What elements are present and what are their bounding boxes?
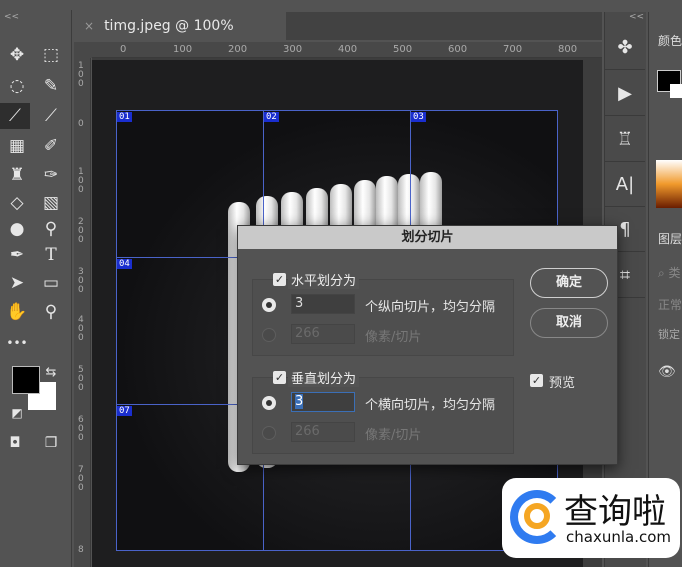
horizontal-pixels-label: 像素/切片 — [365, 330, 422, 345]
slice-badge[interactable]: 07 — [117, 406, 132, 416]
actions-play-icon[interactable]: ▶ — [605, 72, 645, 116]
eyedropper-tool-icon[interactable]: ⟋ — [36, 103, 66, 129]
ruler-label: 400 — [338, 44, 358, 55]
color-spectrum[interactable] — [656, 160, 682, 208]
slice-badge[interactable]: 02 — [264, 112, 279, 122]
ruler-label: 600 — [78, 415, 84, 443]
zoom-tool-icon[interactable]: ⚲ — [36, 299, 66, 325]
vertical-count-value: 3 — [295, 394, 304, 409]
panel-bg-swatch[interactable] — [670, 84, 682, 98]
divide-slice-dialog: 划分切片 ✓ 水平划分为 3 个纵向切片，均匀分隔 266 像素/切片 ✓ 垂直… — [237, 225, 618, 465]
lasso-tool-icon[interactable]: ◌ — [2, 73, 32, 99]
quick-mask-icon[interactable]: ◘ — [0, 430, 30, 456]
ruler-label: 700 — [503, 44, 523, 55]
screen-mode-icon[interactable]: ❐ — [36, 430, 66, 456]
vertical-pixels-input[interactable]: 266 — [291, 422, 355, 442]
ruler-label: 8 — [78, 545, 84, 555]
horizontal-count-input[interactable]: 3 — [291, 294, 355, 314]
watermark-name: 查询啦 — [564, 492, 666, 532]
preview-label: 预览 — [549, 376, 576, 391]
collapse-dock-button[interactable]: << — [629, 12, 644, 22]
ruler-label: 100 — [78, 167, 84, 195]
color-panel-title[interactable]: 颜色 — [658, 32, 682, 49]
slice-badge[interactable]: 01 — [117, 112, 132, 122]
vertical-ruler[interactable]: 100 0 100 200 300 400 500 600 700 8 — [74, 58, 91, 567]
pen-tool-icon[interactable]: ✒ — [2, 242, 32, 268]
plugins-icon[interactable]: ✤ — [605, 26, 645, 70]
stamp-tool-icon[interactable]: ♜ — [2, 162, 32, 188]
quick-select-tool-icon[interactable]: ✎ — [36, 73, 66, 99]
blend-mode-select[interactable]: 正常 — [658, 296, 682, 313]
ruler-label: 200 — [228, 44, 248, 55]
vertical-pixels-radio[interactable] — [262, 426, 276, 440]
collapse-tools-button[interactable]: << — [4, 12, 19, 22]
ruler-label: 100 — [173, 44, 193, 55]
hand-tool-icon[interactable]: ✋ — [2, 299, 32, 325]
rectangle-tool-icon[interactable]: ▭ — [36, 270, 66, 296]
ruler-label: 0 — [78, 119, 84, 129]
ruler-label: 300 — [283, 44, 303, 55]
ruler-label: 500 — [393, 44, 413, 55]
document-tab[interactable]: ×timg.jpeg @ 100%(RGB/8#) — [74, 12, 286, 62]
slice-tool-icon[interactable]: ⟋ — [0, 103, 30, 129]
slice-badge[interactable]: 04 — [117, 259, 132, 269]
vertical-count-input[interactable]: 3 — [291, 392, 355, 412]
layer-search[interactable]: ⌕ 类 — [658, 264, 681, 281]
tools-panel: << ✥ ⬚ ◌ ✎ ⟋ ⟋ ▦ ✐ ♜ ✑ ◇ ▧ ● ⚲ ✒ T ➤ ▭ ✋… — [0, 10, 72, 567]
eraser-tool-icon[interactable]: ◇ — [2, 190, 32, 216]
ruler-label: 400 — [78, 315, 84, 343]
brush-tool-icon[interactable]: ✐ — [36, 133, 66, 159]
path-select-icon[interactable]: ➤ — [2, 270, 32, 296]
move-tool-icon[interactable]: ✥ — [2, 42, 32, 68]
ruler-label: 800 — [558, 44, 578, 55]
marquee-tool-icon[interactable]: ⬚ — [36, 42, 66, 68]
close-tab-icon[interactable]: × — [84, 19, 94, 33]
ruler-label: 200 — [78, 217, 84, 245]
vertical-divide-label: 垂直划分为 — [288, 368, 360, 387]
slice-badge[interactable]: 03 — [411, 112, 426, 122]
horizontal-pixels-input[interactable]: 266 — [291, 324, 355, 344]
vertical-pixels-label: 像素/切片 — [365, 428, 422, 443]
watermark-search-icon — [524, 503, 550, 529]
vertical-count-label: 个横向切片，均匀分隔 — [365, 398, 496, 413]
dialog-title: 划分切片 — [238, 226, 617, 249]
slice-line[interactable] — [116, 110, 117, 550]
history-brush-icon[interactable]: ✑ — [36, 162, 66, 188]
ruler-origin[interactable] — [74, 42, 92, 58]
slice-line[interactable] — [116, 550, 557, 551]
vertical-count-radio[interactable] — [262, 396, 276, 410]
vertical-divide-checkbox[interactable]: ✓ — [273, 371, 286, 384]
gradient-tool-icon[interactable]: ▧ — [36, 190, 66, 216]
blur-tool-icon[interactable]: ● — [2, 216, 32, 242]
preview-checkbox[interactable]: ✓ — [530, 374, 543, 387]
watermark: 查询啦 chaxunla.com — [502, 478, 680, 558]
type-tool-icon[interactable]: T — [36, 242, 66, 268]
dodge-tool-icon[interactable]: ⚲ — [36, 216, 66, 242]
lock-label: 锁定： — [658, 328, 682, 341]
horizontal-divide-checkbox[interactable]: ✓ — [273, 273, 286, 286]
ruler-label: 600 — [448, 44, 468, 55]
horizontal-ruler[interactable]: 0 100 200 300 400 500 600 700 800 — [92, 42, 602, 58]
ruler-label: 700 — [78, 465, 84, 493]
foreground-color-swatch[interactable] — [12, 366, 40, 394]
horizontal-count-radio[interactable] — [262, 298, 276, 312]
ruler-label: 300 — [78, 267, 84, 295]
more-tools-icon[interactable]: ••• — [2, 330, 32, 356]
layers-panel-title[interactable]: 图层 — [658, 230, 682, 247]
visibility-eye-icon[interactable]: 👁 — [658, 364, 676, 380]
ruler-label: 100 — [78, 61, 84, 89]
cancel-button[interactable]: 取消 — [530, 308, 608, 338]
horizontal-pixels-radio[interactable] — [262, 328, 276, 342]
slice-line[interactable] — [116, 110, 557, 111]
ruler-label: 500 — [78, 365, 84, 393]
puppet-icon[interactable]: ♖ — [605, 118, 645, 162]
watermark-url: chaxunla.com — [566, 528, 671, 546]
healing-brush-icon[interactable]: ▦ — [2, 133, 32, 159]
ok-button[interactable]: 确定 — [530, 268, 608, 298]
ruler-label: 0 — [120, 44, 127, 55]
horizontal-count-label: 个纵向切片，均匀分隔 — [365, 300, 496, 315]
horizontal-divide-label: 水平划分为 — [288, 270, 360, 289]
character-icon[interactable]: A| — [605, 163, 645, 207]
